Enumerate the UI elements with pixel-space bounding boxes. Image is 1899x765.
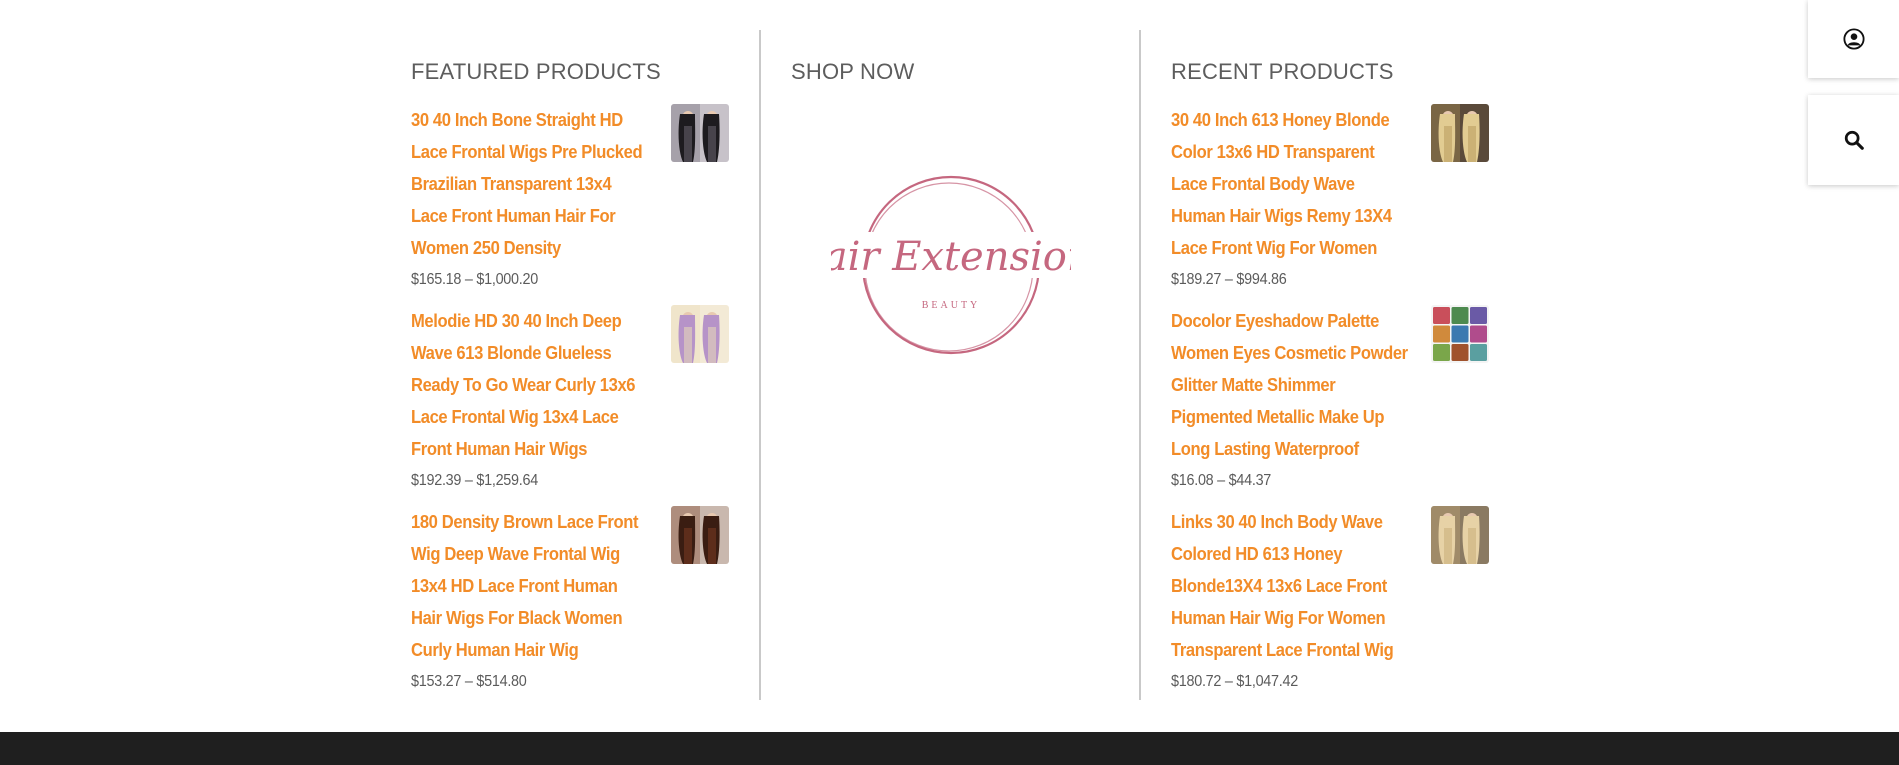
product-price: $189.27 – $994.86 [1171,271,1287,288]
shop-now-widget: SHOP NOW Hair Extensions BEAUTY [788,30,1113,700]
product-thumbnail[interactable] [1431,305,1489,363]
column-divider [759,30,761,700]
featured-products-widget: FEATURED PRODUCTS 30 40 Inch Bone Straig… [411,30,729,700]
product-thumbnail[interactable] [671,104,729,162]
recent-products-widget: RECENT PRODUCTS 30 40 Inch 613 Honey Blo… [1171,30,1491,700]
recent-products-title: RECENT PRODUCTS [1171,59,1394,84]
search-icon [1844,130,1864,150]
product-thumbnail[interactable] [1431,104,1489,162]
list-item: 180 Density Brown Lace Front Wig Deep Wa… [411,506,729,698]
product-price: $153.27 – $514.80 [411,673,527,690]
featured-products-title: FEATURED PRODUCTS [411,59,661,84]
product-link[interactable]: Links 30 40 Inch Body Wave Colored HD 61… [1171,506,1465,666]
product-link[interactable]: 30 40 Inch Bone Straight HD Lace Frontal… [411,104,702,264]
product-link[interactable]: 180 Density Brown Lace Front Wig Deep Wa… [411,506,702,666]
search-button[interactable] [1808,95,1899,185]
product-price: $180.72 – $1,047.42 [1171,673,1298,690]
column-divider [1139,30,1141,700]
product-link[interactable]: 30 40 Inch 613 Honey Blonde Color 13x6 H… [1171,104,1465,264]
list-item: Docolor Eyeshadow Palette Women Eyes Cos… [1171,305,1491,497]
product-price: $165.18 – $1,000.20 [411,271,538,288]
logo-script-text: Hair Extensions [831,234,1071,280]
list-item: 30 40 Inch 613 Honey Blonde Color 13x6 H… [1171,104,1491,296]
account-button[interactable] [1808,0,1899,78]
shop-now-title: SHOP NOW [791,59,915,84]
product-thumbnail[interactable] [671,506,729,564]
product-price: $192.39 – $1,259.64 [411,472,538,489]
brand-logo[interactable]: Hair Extensions BEAUTY [788,170,1113,370]
recent-products-list: 30 40 Inch 613 Honey Blonde Color 13x6 H… [1171,104,1491,698]
list-item: Melodie HD 30 40 Inch Deep Wave 613 Blon… [411,305,729,497]
product-price: $16.08 – $44.37 [1171,472,1272,489]
list-item: Links 30 40 Inch Body Wave Colored HD 61… [1171,506,1491,698]
page: FEATURED PRODUCTS 30 40 Inch Bone Straig… [0,0,1899,765]
brand-logo-graphic: Hair Extensions BEAUTY [788,175,1113,355]
logo-sub-text: BEAUTY [922,300,981,311]
product-thumbnail[interactable] [1431,506,1489,564]
user-circle-icon [1842,28,1865,50]
list-item: 30 40 Inch Bone Straight HD Lace Frontal… [411,104,729,296]
product-thumbnail[interactable] [671,305,729,363]
product-link[interactable]: Melodie HD 30 40 Inch Deep Wave 613 Blon… [411,305,702,465]
footer-bar [0,732,1899,765]
product-link[interactable]: Docolor Eyeshadow Palette Women Eyes Cos… [1171,305,1465,465]
featured-products-list: 30 40 Inch Bone Straight HD Lace Frontal… [411,104,729,698]
